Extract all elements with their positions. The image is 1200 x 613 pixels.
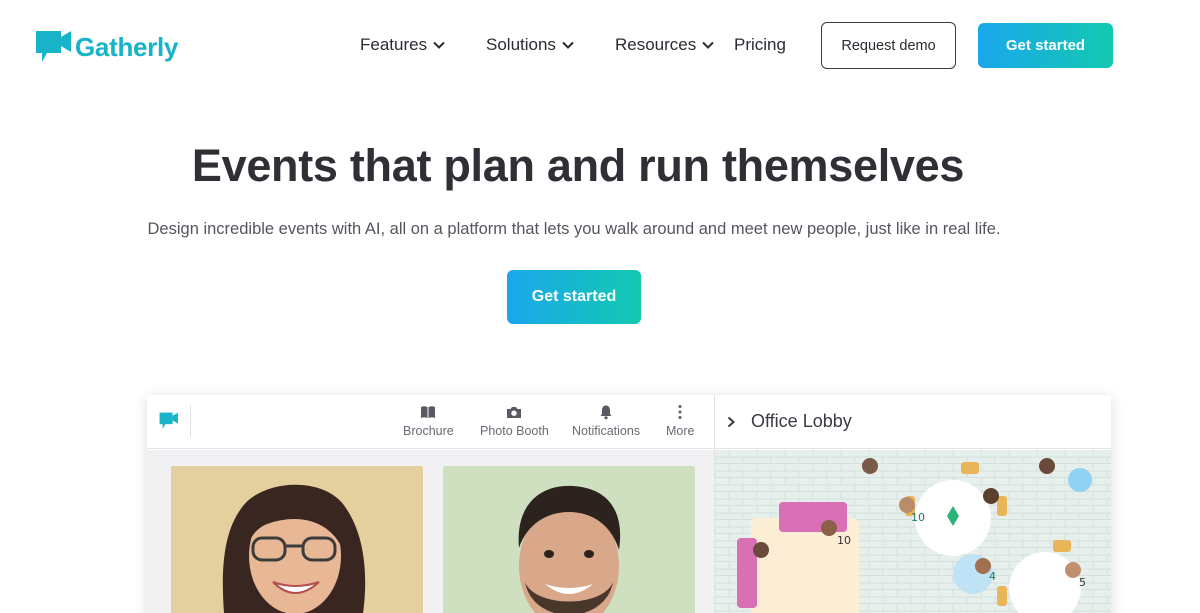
nav-features-label: Features — [360, 35, 428, 54]
video-panel: Brochure Photo Booth Notifications More — [147, 395, 714, 613]
toolbar-notifications[interactable]: Notifications — [572, 404, 640, 438]
toolbar-notifications-label: Notifications — [572, 424, 641, 438]
nav-resources-label: Resources — [615, 35, 697, 54]
hero-subtitle: Design incredible events with AI, all on… — [147, 220, 1001, 238]
floor-plan-illustration: 10 10 4 5 — [715, 450, 1111, 613]
map-badge: 10 — [837, 534, 851, 547]
woman-portrait-illustration — [222, 484, 366, 613]
chat-camera-logo-icon — [36, 31, 71, 62]
map-badge: 10 — [911, 511, 925, 524]
nav-solutions-label: Solutions — [486, 35, 556, 54]
nav-features[interactable]: Features — [360, 35, 445, 55]
top-navigation: Gatherly Features Solutions Resources Pr… — [0, 0, 1200, 90]
toolbar-divider — [190, 405, 191, 437]
nav-resources[interactable]: Resources — [615, 35, 714, 55]
hero-title: Events that plan and run themselves — [191, 140, 965, 191]
toolbar-more[interactable]: More — [666, 404, 694, 438]
room-header[interactable]: Office Lobby — [715, 395, 1111, 449]
camera-icon — [507, 407, 522, 418]
toolbar-more-label: More — [666, 424, 695, 438]
preview-toolbar: Brochure Photo Booth Notifications More — [147, 395, 714, 449]
hero-get-started-button[interactable]: Get started — [507, 270, 641, 324]
room-panel: Office Lobby 10 10 4 5 — [714, 395, 1111, 613]
bell-icon — [600, 405, 612, 420]
toolbar-photo-booth[interactable]: Photo Booth — [480, 404, 549, 438]
toolbar-brochure[interactable]: Brochure — [403, 404, 454, 438]
room-map[interactable]: 10 10 4 5 — [715, 450, 1111, 613]
chevron-right-icon — [727, 416, 735, 427]
nav-solutions[interactable]: Solutions — [486, 35, 574, 55]
chevron-down-icon — [562, 41, 574, 49]
room-title: Office Lobby — [751, 411, 852, 431]
nav-get-started-button[interactable]: Get started — [978, 23, 1113, 68]
map-badge: 5 — [1079, 576, 1086, 589]
app-logo-icon — [159, 412, 178, 429]
chevron-down-icon — [433, 41, 445, 49]
toolbar-photo-booth-label: Photo Booth — [480, 424, 549, 438]
chevron-down-icon — [702, 41, 714, 49]
book-icon — [421, 406, 436, 418]
brand-name: Gatherly — [75, 31, 179, 62]
request-demo-button[interactable]: Request demo — [821, 22, 956, 69]
map-badge: 4 — [989, 570, 996, 583]
toolbar-brochure-label: Brochure — [403, 424, 454, 438]
video-tile-participant[interactable] — [443, 466, 695, 613]
product-preview: Brochure Photo Booth Notifications More — [147, 395, 1111, 613]
brand-logo[interactable]: Gatherly — [34, 26, 178, 68]
man-portrait-illustration — [518, 485, 621, 613]
nav-pricing[interactable]: Pricing — [734, 35, 786, 55]
nav-pricing-label: Pricing — [734, 35, 786, 54]
video-grid — [147, 450, 714, 613]
video-tile-participant[interactable] — [171, 466, 423, 613]
more-vertical-icon — [678, 405, 682, 419]
